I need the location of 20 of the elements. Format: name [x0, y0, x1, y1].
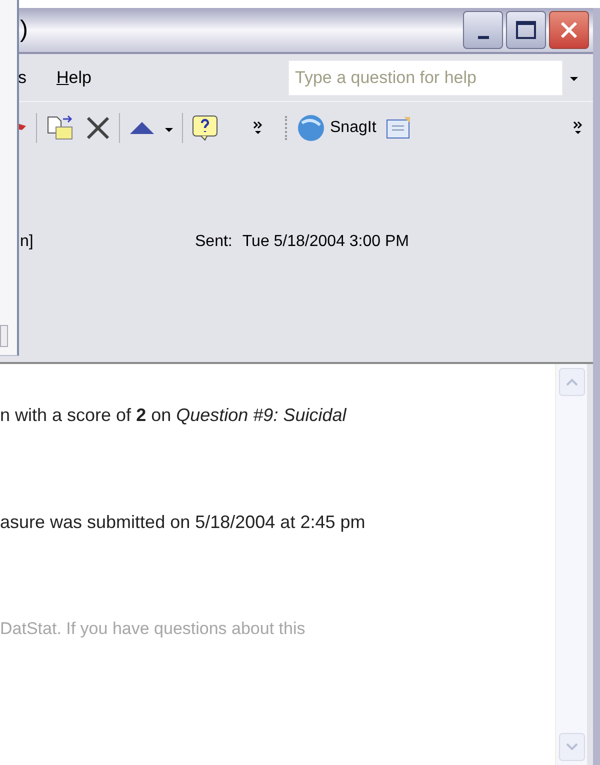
snagit-label[interactable]: SnagIt: [330, 116, 376, 140]
more-options-icon[interactable]: [573, 120, 583, 136]
help-search-field[interactable]: Type a question for help: [288, 60, 563, 96]
message-text: DatStat. If you have questions about this: [0, 618, 306, 640]
globe-icon[interactable]: [296, 113, 326, 143]
window-title: ): [20, 15, 28, 45]
sender-field-value: n]: [20, 232, 34, 252]
message-text: asure was submitted on 5/18/2004 at 2:45 pm: [0, 511, 366, 534]
minimize-button[interactable]: [463, 11, 503, 49]
delete-icon[interactable]: [85, 115, 111, 141]
close-button[interactable]: [549, 11, 589, 49]
more-options-icon[interactable]: [253, 120, 263, 136]
maximize-button[interactable]: [506, 11, 546, 49]
menu-item[interactable]: s: [18, 64, 26, 90]
help-icon[interactable]: [191, 114, 219, 142]
sent-value: Tue 5/18/2004 3:00 PM: [242, 232, 409, 252]
message-text: n with a score of 2 on Question #9: Suicidal: [0, 404, 348, 427]
sent-label: Sent:: [195, 232, 232, 252]
close-icon: [559, 20, 579, 40]
menu-item[interactable]: Help: [56, 64, 92, 90]
